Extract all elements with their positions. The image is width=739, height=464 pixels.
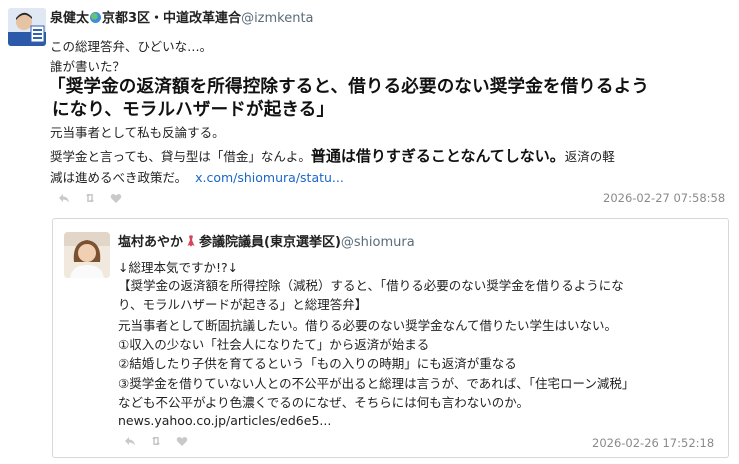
ribbon-icon: [187, 235, 195, 247]
author-avatar[interactable]: [8, 8, 46, 46]
author-name[interactable]: 泉健太: [50, 11, 89, 26]
quoted-text-line: ②結婚したり子供を育てるという「もの入りの時期」にも返済が重なる: [118, 356, 517, 371]
like-icon[interactable]: [110, 192, 122, 204]
post-paragraph-start: 奨学金と言っても、貸与型は「借金」なんよ。: [50, 149, 311, 164]
post-timestamp[interactable]: 2026-02-27 07:58:58: [603, 191, 725, 205]
like-icon[interactable]: [176, 435, 188, 447]
author-line: 泉健太 京都3区・中道改革連合@izmkenta: [50, 7, 314, 26]
post-text-line: この総理答弁、ひどいな…。: [50, 39, 213, 54]
post-paragraph-line2-text: 減は進めるべき政策だ。: [50, 170, 188, 185]
quoted-author-name[interactable]: 塩村あやか: [118, 235, 183, 250]
quoted-text-line: 元当事者として断固抗議したい。借りる必要のない奨学金なんて借りたい学生はいない。: [118, 318, 618, 333]
post-headline-line: 「奨学金の返済額を所得控除すると、借りる必要のない奨学金を借りるよう: [48, 77, 650, 97]
quoted-avatar-image: [64, 232, 110, 278]
quoted-text-line: ①収入の少ない「社会人になりたて」から返済が始まる: [118, 337, 430, 352]
quoted-text-line: ③奨学金を借りていない人との不公平が出ると総理は言うが、であれば、「住宅ローン減…: [118, 376, 635, 391]
post-text-line: 元当事者として私も反論する。: [50, 125, 225, 140]
author-suffix: 京都3区・中道改革連合: [102, 11, 242, 26]
reply-icon[interactable]: [58, 192, 70, 204]
author-handle[interactable]: @izmkenta: [241, 11, 313, 26]
quoted-author-avatar[interactable]: [64, 232, 110, 278]
quoted-author-suffix: 参議院議員(東京選挙区): [199, 235, 341, 250]
post-paragraph-emphasis: 普通は借りすぎることなんてしない。: [310, 147, 565, 165]
avatar-image: [8, 8, 46, 46]
post-paragraph-end: 返済の軽: [564, 149, 615, 164]
quoted-text-line: り、モラルハザードが起きる」と総理答弁】: [118, 297, 368, 312]
tweet: 泉健太 京都3区・中道改革連合@izmkenta この総理答弁、ひどいな…。 誰が…: [0, 0, 739, 464]
retweet-icon[interactable]: [150, 435, 162, 447]
retweet-icon[interactable]: [84, 192, 96, 204]
post-actions: [58, 192, 122, 204]
post-paragraph: 奨学金と言っても、貸与型は「借金」なんよ。普通は借りすぎることなんてしない。返済…: [50, 145, 615, 166]
quoted-timestamp[interactable]: 2026-02-26 17:52:18: [592, 436, 714, 450]
quoted-actions: [124, 435, 188, 447]
quoted-author-line: 塩村あやか 参議院議員(東京選挙区)@shiomura: [118, 231, 415, 250]
quoted-text-line: なども不公平がより色濃くでるのになぜ、そちらには何も言わないのか。: [118, 395, 530, 410]
quoted-link[interactable]: news.yahoo.co.jp/articles/ed6e5...: [118, 413, 331, 428]
quoted-text-line: ↓総理本気ですか!?↓: [118, 260, 239, 275]
quoted-author-handle[interactable]: @shiomura: [341, 235, 415, 250]
post-link[interactable]: x.com/shiomura/statu...: [195, 170, 344, 185]
post-headline-line: になり、モラルハザードが起きる」: [52, 100, 335, 120]
quoted-text-line: 【奨学金の返済額を所得控除（減税）すると、「借りる必要のない奨学金を借りるように…: [118, 278, 624, 293]
post-paragraph-line2: 減は進めるべき政策だ。 x.com/shiomura/statu...: [50, 167, 344, 186]
reply-icon[interactable]: [124, 435, 136, 447]
globe-icon: [90, 12, 102, 23]
